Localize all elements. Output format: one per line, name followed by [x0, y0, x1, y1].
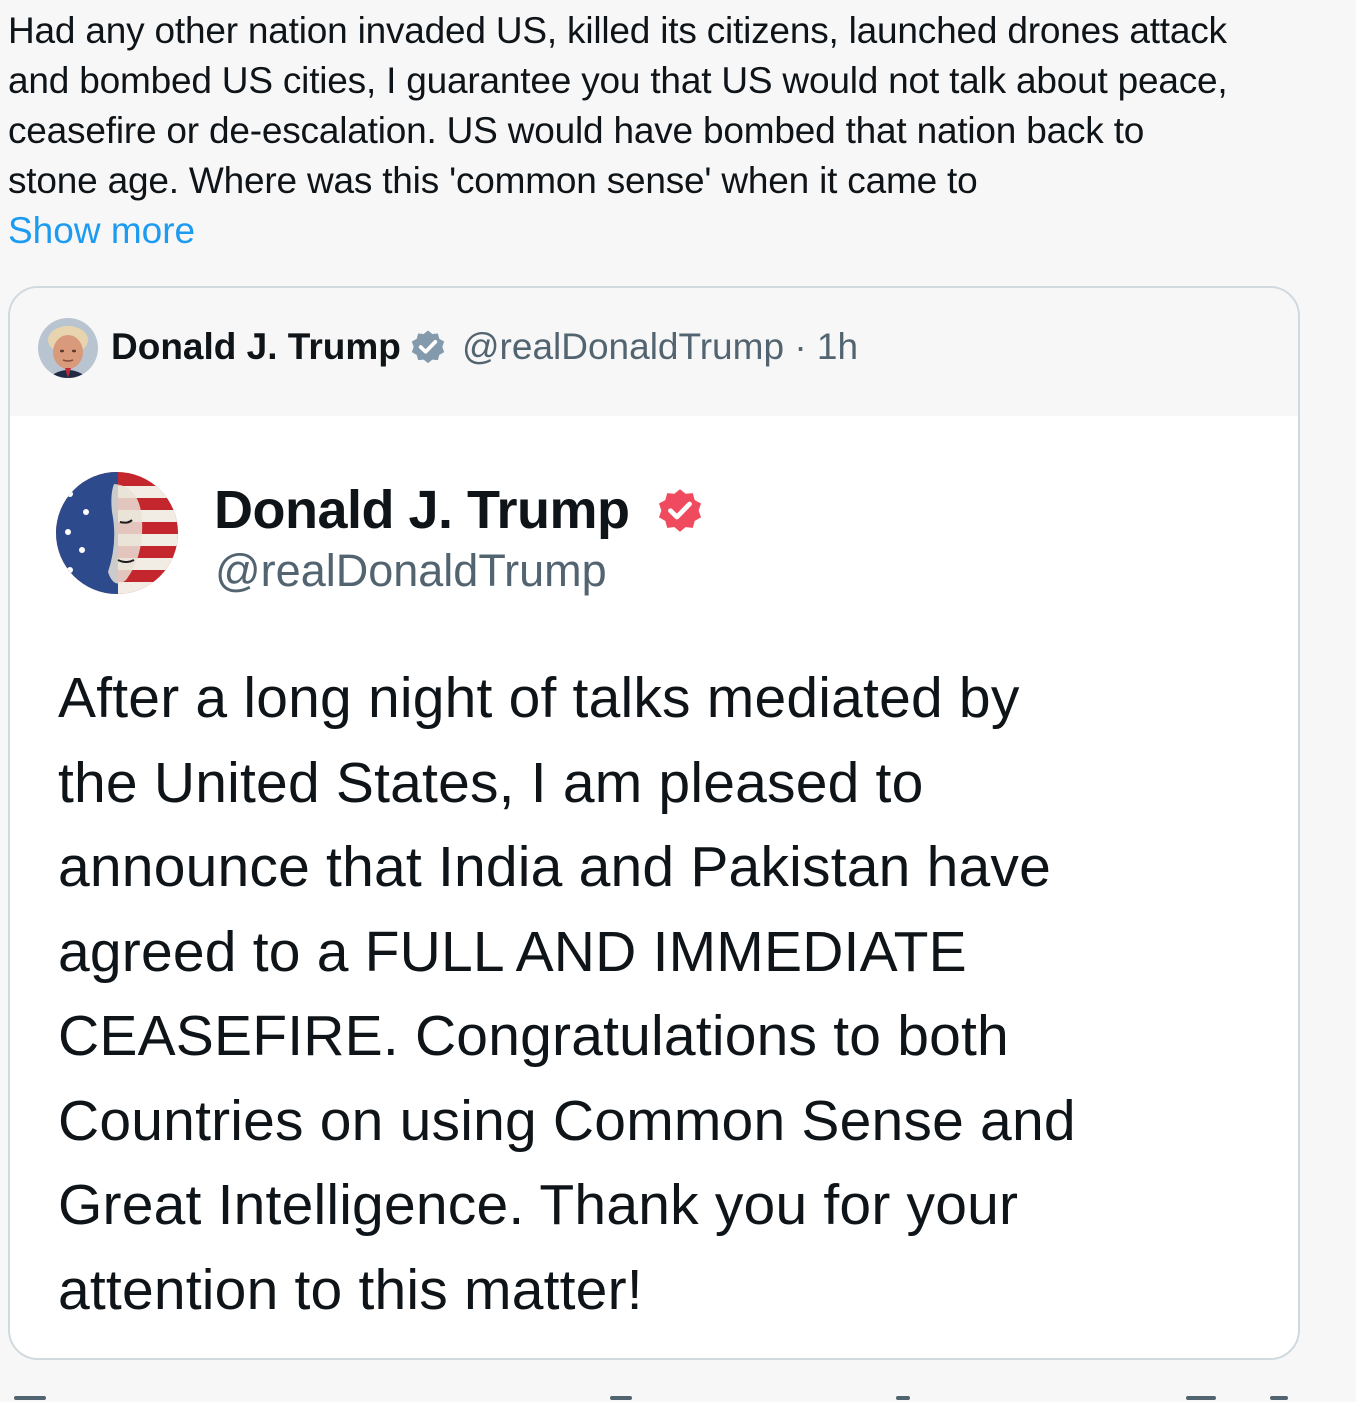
show-more-link[interactable]: Show more — [8, 206, 195, 256]
retweet-icon[interactable] — [610, 1396, 632, 1400]
embed-post-body: After a long night of talks mediated by … — [58, 666, 1076, 1322]
like-icon[interactable] — [896, 1396, 910, 1400]
reply-icon[interactable] — [14, 1396, 46, 1400]
embed-avatar — [56, 472, 178, 594]
tweet-text: Had any other nation invaded US, killed … — [8, 10, 1228, 201]
embed-author-handle: @realDonaldTrump — [215, 545, 607, 596]
embed-author-name: Donald J. Trump — [214, 480, 630, 540]
quoted-tweet-card[interactable]: Donald J. Trump @realDonaldTrump · 1h Do… — [8, 286, 1300, 1360]
tweet-action-bar — [0, 1390, 1356, 1402]
verified-badge-icon — [408, 328, 448, 368]
flag-portrait-icon — [56, 472, 178, 594]
bookmark-icon[interactable] — [1186, 1396, 1216, 1400]
embed-verified-badge-icon — [654, 486, 706, 538]
quoted-tweet-header: Donald J. Trump @realDonaldTrump · 1h — [10, 288, 1298, 416]
share-icon[interactable] — [1270, 1396, 1288, 1400]
author-avatar[interactable] — [38, 318, 98, 378]
quoted-author-handle-time[interactable]: @realDonaldTrump · 1h — [462, 324, 858, 370]
quoted-author-name[interactable]: Donald J. Trump — [111, 324, 401, 370]
embedded-post-image[interactable]: Donald J. Trump @realDonaldTrump After a… — [10, 416, 1298, 1358]
avatar-photo-icon — [38, 318, 98, 378]
